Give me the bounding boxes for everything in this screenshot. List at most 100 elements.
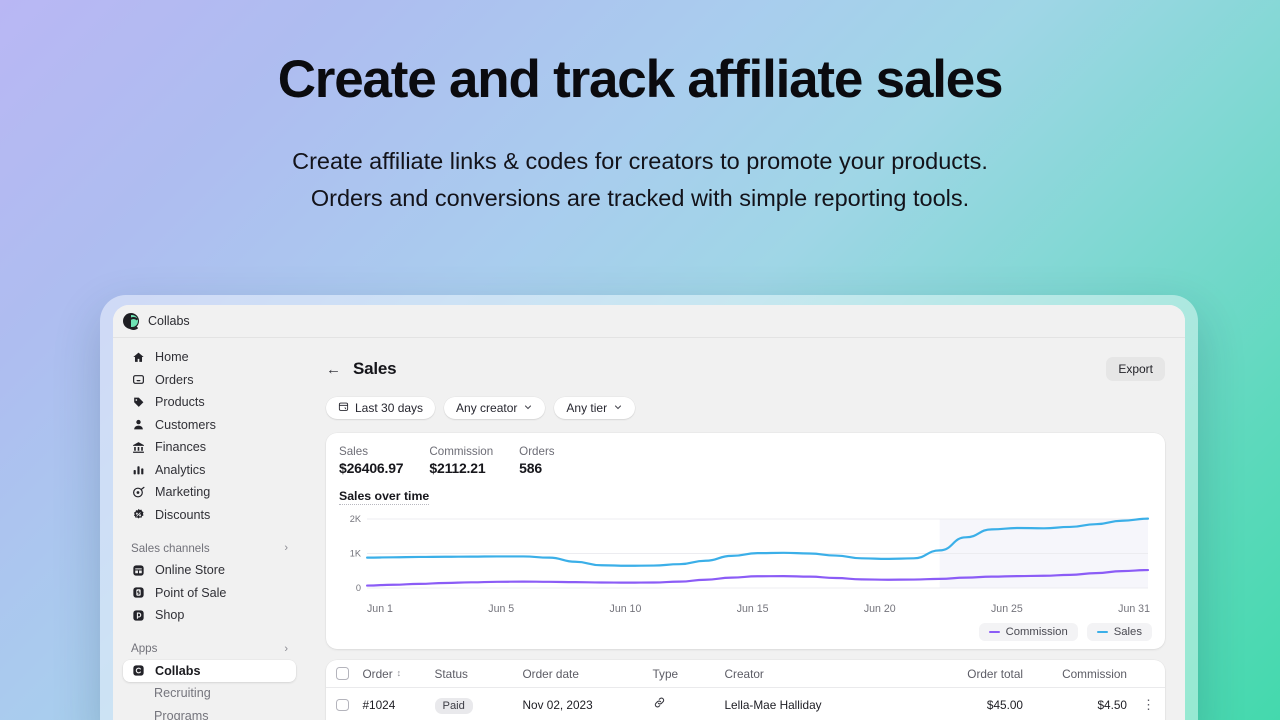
chart-title: Sales over time bbox=[339, 489, 430, 505]
app-topbar: Collabs bbox=[113, 305, 1185, 338]
sidebar-item-point-of-sale[interactable]: Point of Sale bbox=[123, 582, 296, 605]
point-of-sale-icon bbox=[131, 586, 146, 599]
column-header-creator: Creator bbox=[724, 666, 764, 681]
bank-icon bbox=[131, 441, 146, 454]
x-tick-label: Jun 20 bbox=[863, 603, 896, 615]
orders-inbox-icon bbox=[131, 373, 146, 386]
sidebar-item-customers[interactable]: Customers bbox=[123, 414, 296, 437]
cell-status: Paid bbox=[434, 696, 523, 714]
subheadline-line-2: Orders and conversions are tracked with … bbox=[310, 185, 970, 212]
svg-text:1K: 1K bbox=[350, 549, 362, 559]
tier-filter[interactable]: Any tier bbox=[554, 397, 636, 419]
storefront-icon bbox=[131, 564, 146, 577]
product-tag-icon bbox=[131, 396, 146, 409]
sidebar-item-label: Orders bbox=[155, 372, 194, 387]
creator-filter[interactable]: Any creator bbox=[444, 397, 546, 419]
chevron-right-icon: › bbox=[284, 542, 288, 554]
sidebar-item-label: Point of Sale bbox=[155, 585, 227, 600]
sidebar-item-recruiting[interactable]: Recruiting bbox=[123, 682, 296, 705]
chevron-right-icon: › bbox=[284, 642, 288, 655]
app-screen: Collabs Home Orders Products Customers F… bbox=[113, 305, 1185, 720]
metrics-row: Sales $26406.97 Commission $2112.21 Orde… bbox=[339, 445, 1152, 476]
x-tick-label: Jun 25 bbox=[991, 603, 1023, 615]
sidebar-section-label: Apps bbox=[131, 642, 158, 655]
legend-color-swatch bbox=[1096, 631, 1108, 633]
page-subheadline: Create affiliate links & codes for creat… bbox=[0, 143, 1280, 216]
sidebar-item-home[interactable]: Home bbox=[123, 346, 296, 369]
date-range-filter[interactable]: Last 30 days bbox=[326, 397, 436, 419]
sidebar-item-label: Products bbox=[155, 395, 205, 410]
metric-label: Sales bbox=[339, 445, 369, 458]
hero-section: Create and track affiliate sales Create … bbox=[0, 0, 1280, 217]
status-badge: Paid bbox=[434, 698, 473, 714]
sidebar-subitem-label: Recruiting bbox=[154, 686, 211, 701]
kebab-menu-icon[interactable]: ⋮ bbox=[1127, 697, 1155, 713]
legend-item-sales[interactable]: Sales bbox=[1086, 623, 1152, 641]
metric-commission: Commission $2112.21 bbox=[429, 445, 493, 476]
sidebar-section-sales-channels[interactable]: Sales channels › bbox=[123, 537, 296, 559]
sidebar-item-label: Collabs bbox=[155, 663, 201, 678]
sidebar-item-label: Customers bbox=[155, 417, 216, 432]
sidebar-item-programs[interactable]: Programs bbox=[123, 705, 296, 720]
page-title: Sales bbox=[353, 359, 397, 378]
sidebar-section-label: Sales channels bbox=[131, 541, 210, 555]
sidebar-item-label: Home bbox=[155, 350, 189, 365]
export-button[interactable]: Export bbox=[1106, 357, 1165, 381]
sort-icon: ↕ bbox=[396, 668, 402, 678]
orders-table: Order ↕ Status Order date Type Creator O… bbox=[326, 660, 1165, 720]
metric-value: $2112.21 bbox=[429, 460, 486, 476]
bar-chart-icon bbox=[131, 463, 146, 476]
sidebar-section-apps[interactable]: Apps › bbox=[123, 638, 296, 660]
sidebar-item-collabs[interactable]: Collabs bbox=[123, 659, 296, 682]
x-tick-label: Jun 15 bbox=[736, 603, 769, 615]
creator-filter-label: Any creator bbox=[456, 401, 518, 415]
person-icon bbox=[131, 418, 146, 431]
legend-item-commission[interactable]: Commission bbox=[978, 623, 1078, 641]
select-all-checkbox[interactable] bbox=[336, 667, 349, 680]
chart-legend: Commission Sales bbox=[339, 623, 1152, 641]
svg-text:2K: 2K bbox=[350, 514, 362, 524]
app-title: Collabs bbox=[148, 314, 190, 328]
svg-text:0: 0 bbox=[356, 583, 361, 593]
filter-bar: Last 30 days Any creator Any tier bbox=[326, 397, 1165, 419]
tier-filter-label: Any tier bbox=[566, 401, 608, 415]
shop-icon bbox=[131, 609, 146, 622]
collabs-logo-icon bbox=[123, 313, 140, 330]
back-arrow-icon[interactable]: ← bbox=[326, 362, 341, 377]
link-icon bbox=[653, 696, 666, 713]
sidebar-item-label: Discounts bbox=[155, 507, 211, 522]
sidebar-item-orders[interactable]: Orders bbox=[123, 369, 296, 392]
sidebar-item-products[interactable]: Products bbox=[123, 391, 296, 414]
chevron-down-icon bbox=[613, 401, 623, 415]
sidebar-item-analytics[interactable]: Analytics bbox=[123, 459, 296, 482]
home-icon bbox=[131, 351, 146, 364]
sidebar-item-label: Analytics bbox=[155, 462, 206, 477]
sidebar-item-discounts[interactable]: Discounts bbox=[123, 504, 296, 527]
legend-label: Sales bbox=[1113, 626, 1142, 638]
cell-order: #1024 bbox=[362, 698, 396, 712]
cell-order-date: Nov 02, 2023 bbox=[522, 698, 593, 712]
subheadline-line-1: Create affiliate links & codes for creat… bbox=[292, 148, 988, 175]
column-header-order[interactable]: Order ↕ bbox=[349, 667, 435, 681]
metric-value: $26406.97 bbox=[339, 460, 404, 476]
sales-over-time-chart: 0 1K 2K bbox=[339, 514, 1152, 598]
sidebar-item-shop[interactable]: Shop bbox=[123, 604, 296, 627]
metric-orders: Orders 586 bbox=[519, 445, 554, 476]
metric-sales: Sales $26406.97 bbox=[339, 445, 404, 476]
x-tick-label: Jun 10 bbox=[609, 603, 642, 615]
chart-x-axis: Jun 1 Jun 5 Jun 10 Jun 15 Jun 20 Jun 25 Jun 31 bbox=[339, 598, 1152, 615]
cell-type bbox=[653, 696, 725, 714]
column-header-type: Type bbox=[652, 666, 679, 681]
sidebar-item-finances[interactable]: Finances bbox=[123, 436, 296, 459]
sidebar-item-online-store[interactable]: Online Store bbox=[123, 559, 296, 582]
main-content: ← Sales Export Last 30 days Any creator bbox=[306, 338, 1185, 720]
sidebar-item-label: Shop bbox=[155, 608, 185, 623]
target-megaphone-icon bbox=[131, 486, 146, 499]
row-checkbox[interactable] bbox=[336, 698, 349, 712]
sidebar-item-marketing[interactable]: Marketing bbox=[123, 481, 296, 504]
metric-label: Orders bbox=[519, 445, 555, 458]
collabs-app-icon bbox=[131, 664, 146, 677]
table-row[interactable]: #1024 Paid Nov 02, 2023 Lella-Mae Hallid… bbox=[326, 688, 1165, 720]
legend-label: Commission bbox=[1005, 626, 1068, 638]
page-headline: Create and track affiliate sales bbox=[277, 50, 1004, 109]
